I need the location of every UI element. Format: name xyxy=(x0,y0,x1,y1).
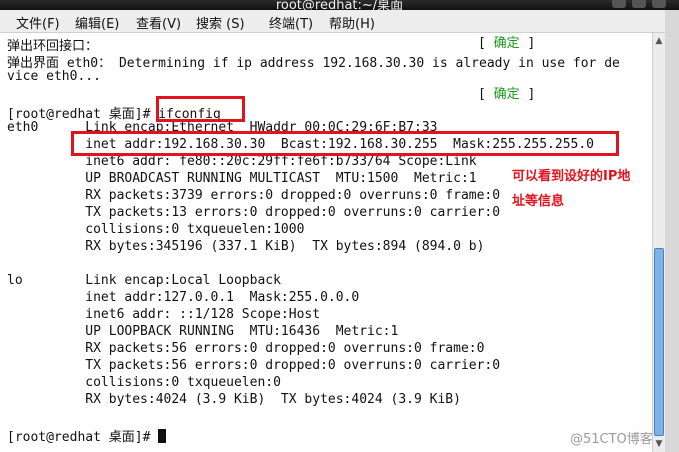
ok-bracket-open: [ xyxy=(478,36,486,51)
terminal-line: inet6 addr: ::1/128 Scope:Host xyxy=(7,307,321,322)
terminal-line: collisions:0 txqueuelen:0 xyxy=(7,375,281,390)
terminal-line: collisions:0 txqueuelen:1000 xyxy=(7,222,305,237)
terminal-line: inet addr:127.0.0.1 Mask:255.0.0.0 xyxy=(7,290,360,305)
terminal-line: vice eth0... xyxy=(7,69,101,84)
menu-view[interactable]: 查看(V) xyxy=(136,13,181,32)
terminal-line: lo Link encap:Local Loopback xyxy=(7,273,281,288)
scroll-down-icon[interactable]: ▼ xyxy=(654,438,664,450)
terminal-line: RX packets:56 errors:0 dropped:0 overrun… xyxy=(7,341,485,356)
terminal-prompt: [root@redhat 桌面]# xyxy=(7,430,159,445)
inet-addr-highlight-box xyxy=(71,131,619,156)
menu-bar: 文件(F) 编辑(E) 查看(V) 搜索 (S) 终端(T) 帮助(H) xyxy=(0,10,679,33)
terminal-line: RX bytes:4024 (3.9 KiB) TX bytes:4024 (3… xyxy=(7,392,461,407)
maximize-button[interactable] xyxy=(632,0,646,8)
close-button[interactable] xyxy=(652,0,666,8)
menu-file[interactable]: 文件(F) xyxy=(16,13,60,32)
terminal-line: UP BROADCAST RUNNING MULTICAST MTU:1500 … xyxy=(7,171,477,186)
menu-terminal[interactable]: 终端(T) xyxy=(269,13,313,32)
ok-label: 确定 xyxy=(493,36,520,51)
annotation-line-2: 址等信息 xyxy=(512,194,565,209)
terminal-prompt-line: [root@redhat 桌面]# xyxy=(7,426,167,445)
terminal-line: 弹出环回接口： xyxy=(7,39,99,54)
ok-bracket-open: [ xyxy=(478,87,486,102)
window-title: root@redhat:~/桌面 xyxy=(275,0,404,10)
watermark-text: @51CTO博客 xyxy=(570,432,653,447)
scrollbar-thumb[interactable] xyxy=(654,248,664,436)
ok-label: 确定 xyxy=(493,87,520,102)
ok-bracket-close: ] xyxy=(527,87,536,102)
terminal-line: inet6 addr: fe80::20c:29ff:fe6f:b733/64 … xyxy=(7,154,477,169)
menu-edit[interactable]: 编辑(E) xyxy=(75,13,119,32)
scroll-up-icon[interactable]: ▲ xyxy=(654,35,664,47)
terminal-line: TX packets:56 errors:0 dropped:0 overrun… xyxy=(7,358,501,373)
terminal-line: RX bytes:345196 (337.1 KiB) TX bytes:894… xyxy=(7,239,485,254)
ok-status: [ 确定 ] xyxy=(478,86,535,103)
menu-search[interactable]: 搜索 (S) xyxy=(196,13,245,32)
window-frame-edge xyxy=(665,10,679,452)
window-titlebar: root@redhat:~/桌面 xyxy=(0,0,679,10)
minimize-button[interactable] xyxy=(612,0,626,8)
command-highlight-box xyxy=(156,96,245,122)
ok-bracket-close: ] xyxy=(527,36,536,51)
ok-status: [ 确定 ] xyxy=(478,35,535,52)
terminal-line: RX packets:3739 errors:0 dropped:0 overr… xyxy=(7,188,501,203)
terminal-line: 弹出界面 eth0： Determining if ip address 192… xyxy=(7,56,620,71)
vertical-scrollbar[interactable]: ▲ ▼ xyxy=(652,33,665,452)
cursor-block xyxy=(158,429,167,443)
terminal-output[interactable]: 弹出环回接口： 弹出界面 eth0： Determining if ip add… xyxy=(0,33,652,452)
terminal-line: UP LOOPBACK RUNNING MTU:16436 Metric:1 xyxy=(7,324,399,339)
menu-help[interactable]: 帮助(H) xyxy=(329,13,375,32)
terminal-line: TX packets:13 errors:0 dropped:0 overrun… xyxy=(7,205,501,220)
annotation-line-1: 可以看到设好的IP地 xyxy=(512,169,631,184)
